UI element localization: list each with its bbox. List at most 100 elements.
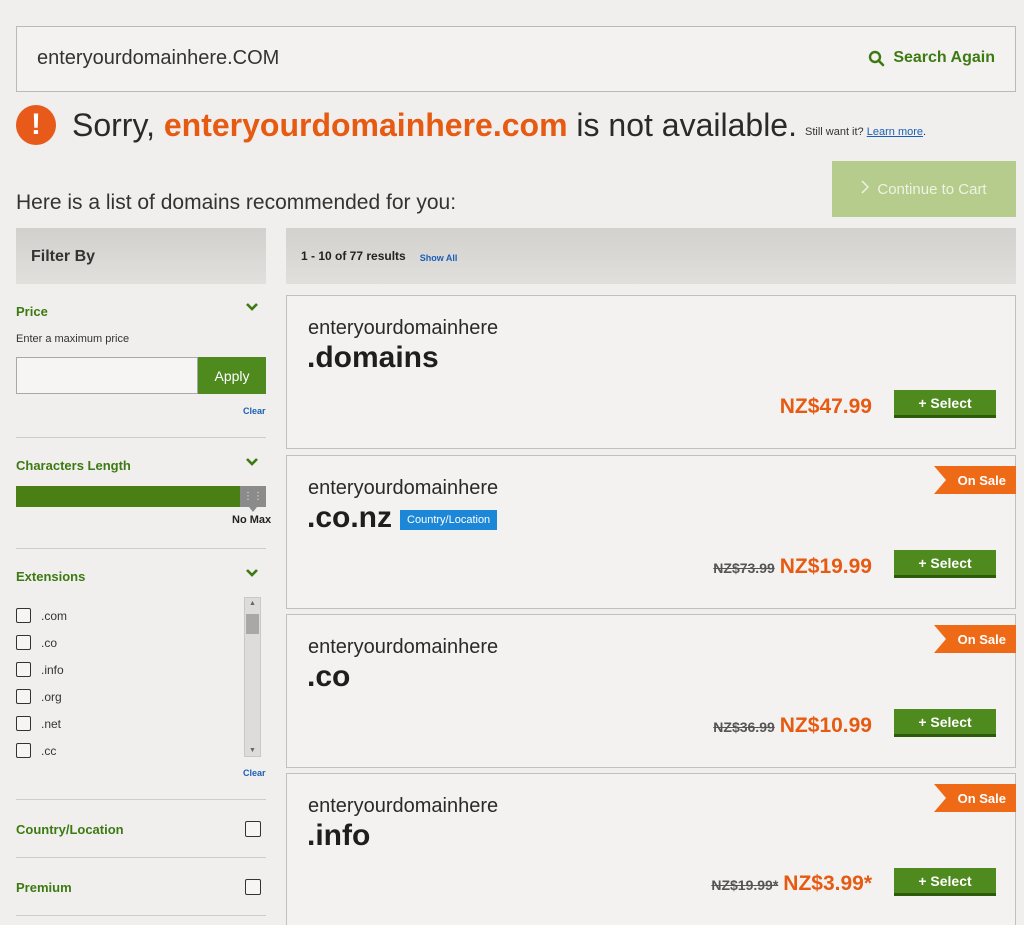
domain-result-card: enteryourdomainhere .domains NZ$47.99 + … bbox=[286, 295, 1016, 449]
original-price: NZ$36.99 bbox=[713, 719, 775, 735]
extension-option[interactable]: .net bbox=[16, 710, 67, 737]
exclamation-icon: ! bbox=[16, 105, 56, 145]
continue-to-cart-button[interactable]: Continue to Cart bbox=[832, 161, 1016, 217]
scroll-thumb[interactable] bbox=[246, 614, 259, 634]
extension-label: .co bbox=[41, 635, 58, 650]
current-price: NZ$19.99 bbox=[779, 555, 872, 578]
still-want-note: Still want it? Learn more. bbox=[805, 126, 926, 138]
extension-option[interactable]: .org bbox=[16, 683, 67, 710]
select-button[interactable]: + Select bbox=[894, 868, 996, 896]
chevron-right-icon bbox=[861, 180, 870, 198]
country-location-checkbox[interactable] bbox=[245, 821, 261, 837]
extensions-title: Extensions bbox=[16, 569, 86, 584]
domain-name: enteryourdomainhere bbox=[308, 795, 499, 817]
domain-result-card: On Sale enteryourdomainhere .co NZ$36.99… bbox=[286, 614, 1016, 768]
extension-list: .com .co .info .org .net .cc bbox=[16, 602, 67, 764]
still-want-period: . bbox=[923, 126, 927, 138]
chevron-down-icon[interactable] bbox=[245, 565, 259, 581]
current-price: NZ$47.99 bbox=[779, 395, 872, 418]
divider bbox=[16, 799, 266, 800]
extension-text: .co bbox=[307, 660, 351, 693]
slider-handle[interactable]: ⋮⋮ bbox=[240, 486, 266, 512]
extension-label: .cc bbox=[41, 743, 57, 758]
divider bbox=[16, 548, 266, 549]
grip-icon: ⋮⋮ bbox=[243, 491, 263, 502]
divider bbox=[16, 915, 266, 916]
current-price: NZ$3.99* bbox=[783, 872, 872, 895]
checkbox[interactable] bbox=[16, 743, 31, 758]
chevron-down-icon[interactable] bbox=[245, 454, 259, 470]
scroll-down-icon[interactable]: ▼ bbox=[249, 747, 256, 754]
domain-name: enteryourdomainhere bbox=[308, 317, 499, 339]
original-price: NZ$19.99* bbox=[711, 877, 779, 893]
domain-result-card: On Sale enteryourdomainhere .co.nz Count… bbox=[286, 455, 1016, 609]
premium-title: Premium bbox=[16, 880, 72, 895]
extension-text: .domains bbox=[307, 341, 439, 374]
domain-extension: .domains bbox=[307, 341, 439, 375]
price-filter-title: Price bbox=[16, 304, 48, 319]
max-price-input[interactable] bbox=[16, 357, 198, 394]
on-sale-badge: On Sale bbox=[934, 625, 1016, 653]
extensions-scrollbar[interactable]: ▲ ▼ bbox=[244, 597, 261, 757]
price-clear-link[interactable]: Clear bbox=[243, 406, 266, 416]
scroll-up-icon[interactable]: ▲ bbox=[249, 600, 256, 607]
checkbox[interactable] bbox=[16, 608, 31, 623]
characters-length-title: Characters Length bbox=[16, 458, 131, 473]
extension-label: .com bbox=[41, 608, 68, 623]
country-location-badge: Country/Location bbox=[400, 510, 498, 530]
availability-message: ! Sorry, enteryourdomainhere.com is not … bbox=[16, 105, 926, 145]
on-sale-badge: On Sale bbox=[934, 784, 1016, 812]
learn-more-link[interactable]: Learn more bbox=[867, 126, 923, 138]
search-again-button[interactable]: Search Again bbox=[868, 49, 995, 67]
unavailable-domain: enteryourdomainhere.com bbox=[163, 106, 568, 143]
recommend-heading: Here is a list of domains recommended fo… bbox=[16, 191, 457, 214]
extension-option[interactable]: .com bbox=[16, 602, 67, 629]
no-max-label: No Max bbox=[232, 514, 272, 526]
current-price: NZ$10.99 bbox=[779, 714, 872, 737]
domain-extension: .co bbox=[307, 660, 350, 694]
price: NZ$19.99* NZ$3.99* bbox=[711, 872, 872, 896]
apply-button[interactable]: Apply bbox=[198, 357, 266, 394]
domain-name: enteryourdomainhere bbox=[308, 477, 499, 499]
search-input[interactable] bbox=[37, 47, 737, 70]
extension-text: .co.nz bbox=[307, 501, 393, 534]
search-icon bbox=[868, 50, 885, 67]
sorry-prefix: Sorry, bbox=[72, 106, 155, 143]
price: NZ$47.99 bbox=[780, 395, 872, 419]
checkbox[interactable] bbox=[16, 716, 31, 731]
select-button[interactable]: + Select bbox=[894, 550, 996, 578]
filter-header: Filter By bbox=[16, 228, 266, 284]
extension-label: .info bbox=[41, 662, 64, 677]
availability-text: Sorry, enteryourdomainhere.com is not av… bbox=[72, 107, 797, 144]
extension-option[interactable]: .info bbox=[16, 656, 67, 683]
extension-option[interactable]: .cc bbox=[16, 737, 67, 764]
extension-option[interactable]: .co bbox=[16, 629, 67, 656]
on-sale-badge: On Sale bbox=[934, 466, 1016, 494]
checkbox[interactable] bbox=[16, 689, 31, 704]
not-available-suffix: is not available. bbox=[576, 106, 797, 143]
results-header: 1 - 10 of 77 results Show All bbox=[286, 228, 1016, 284]
domain-name: enteryourdomainhere bbox=[308, 636, 499, 658]
select-button[interactable]: + Select bbox=[894, 390, 996, 418]
extension-label: .net bbox=[41, 716, 62, 731]
original-price: NZ$73.99 bbox=[713, 560, 775, 576]
domain-result-card: On Sale enteryourdomainhere .info NZ$19.… bbox=[286, 773, 1016, 925]
chevron-down-icon[interactable] bbox=[245, 299, 259, 315]
checkbox[interactable] bbox=[16, 635, 31, 650]
results-count: 1 - 10 of 77 results bbox=[301, 249, 406, 263]
search-bar: Search Again bbox=[16, 26, 1016, 92]
search-again-label: Search Again bbox=[893, 49, 995, 66]
extension-text: .info bbox=[307, 819, 371, 852]
still-want-label: Still want it? bbox=[804, 126, 864, 138]
premium-checkbox[interactable] bbox=[245, 879, 261, 895]
checkbox[interactable] bbox=[16, 662, 31, 677]
country-location-title: Country/Location bbox=[16, 822, 124, 837]
select-button[interactable]: + Select bbox=[894, 709, 996, 737]
price-hint: Enter a maximum price bbox=[16, 333, 130, 345]
divider bbox=[16, 857, 266, 858]
extensions-clear-link[interactable]: Clear bbox=[243, 768, 266, 778]
domain-extension: .co.nz Country/Location bbox=[307, 501, 498, 535]
length-slider-track[interactable] bbox=[16, 486, 242, 507]
price: NZ$36.99 NZ$10.99 bbox=[713, 714, 872, 738]
show-all-link[interactable]: Show All bbox=[420, 253, 458, 263]
